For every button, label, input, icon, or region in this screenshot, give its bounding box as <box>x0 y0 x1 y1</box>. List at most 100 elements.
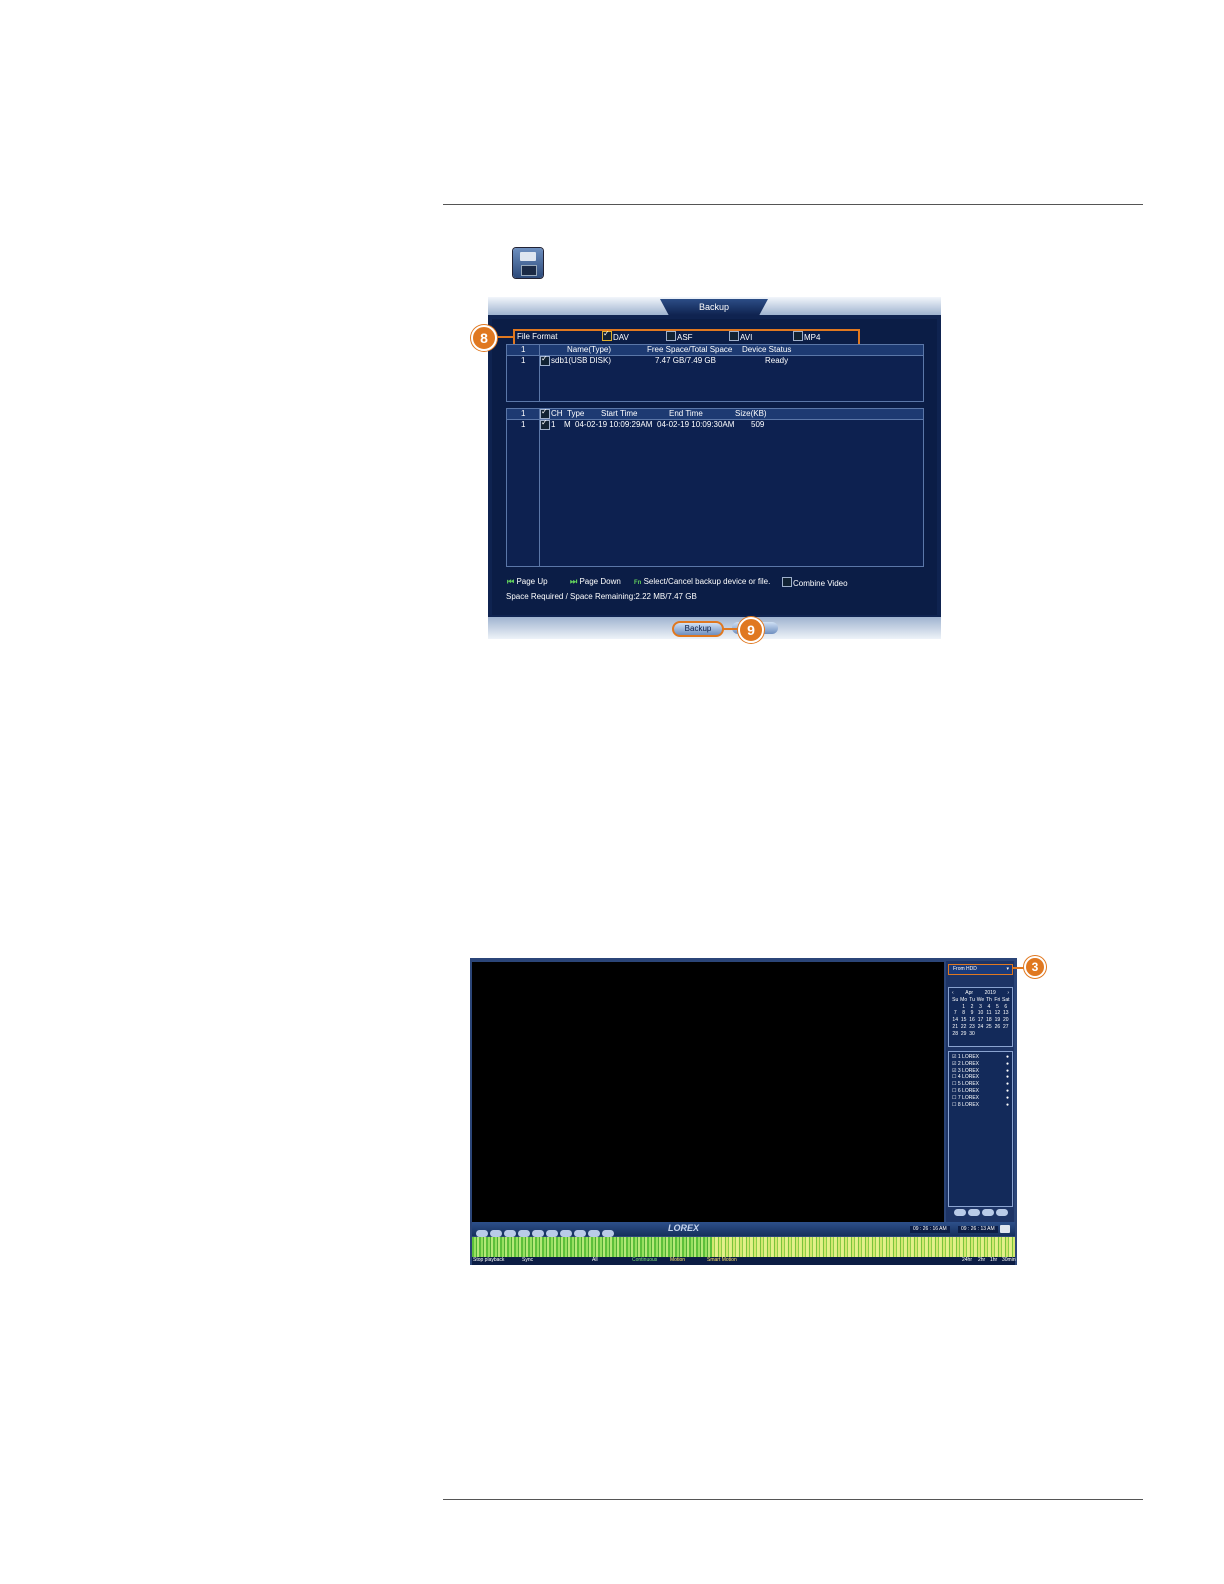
continuous-option[interactable]: Continuous <box>632 1257 657 1264</box>
checkbox-icon[interactable] <box>729 331 739 341</box>
channel-item[interactable]: ☐ 7 LOREX ● <box>952 1095 1009 1102</box>
calendar-day[interactable]: 14 <box>951 1017 959 1024</box>
time-left: 09 : 26 : 16 AM <box>910 1226 950 1233</box>
prev-month-icon[interactable]: ‹ <box>952 990 954 997</box>
calendar-day[interactable]: 6 <box>1002 1004 1010 1011</box>
channel-label: 1 LOREX <box>957 1054 979 1060</box>
checkbox-icon[interactable] <box>540 418 550 430</box>
page-down-legend[interactable]: ⏭ Page Down <box>570 577 621 587</box>
checkbox-icon[interactable] <box>782 577 792 587</box>
all-option[interactable]: All <box>592 1257 598 1264</box>
calendar-weekday: We <box>976 996 985 1003</box>
calendar-year[interactable]: 2019 <box>985 990 996 997</box>
calendar-day[interactable]: 7 <box>951 1010 959 1017</box>
backup-dialog: Backup File Format DAV ASF AVI MP4 1 Nam… <box>488 297 941 639</box>
checkbox-icon[interactable] <box>602 329 612 341</box>
calendar-day[interactable]: 17 <box>976 1017 984 1024</box>
channel-item[interactable]: ☑ 1 LOREX ● <box>952 1054 1009 1061</box>
floppy-disk-icon[interactable] <box>1000 1225 1010 1233</box>
calendar-day[interactable] <box>976 1031 984 1038</box>
format-option-mp4[interactable]: MP4 <box>793 331 820 342</box>
calendar-day[interactable]: 12 <box>993 1010 1001 1017</box>
combine-video-option[interactable]: Combine Video <box>782 577 848 588</box>
file-row-checkbox[interactable] <box>540 418 551 431</box>
calendar-day[interactable]: 8 <box>959 1010 967 1017</box>
format-option-avi[interactable]: AVI <box>729 331 752 342</box>
video-area[interactable] <box>472 962 944 1222</box>
calendar-month[interactable]: Apr <box>965 990 973 997</box>
calendar-day[interactable]: 2 <box>968 1004 976 1011</box>
device-row-space: 7.47 GB/7.49 GB <box>655 356 716 365</box>
camera-icon: ● <box>1005 1101 1009 1108</box>
fn-key-icon: Fn <box>634 580 642 586</box>
calendar-day[interactable]: 28 <box>951 1031 959 1038</box>
calendar-day[interactable]: 15 <box>959 1017 967 1024</box>
zoom-2hr[interactable]: 2hr <box>978 1257 985 1264</box>
checkbox-icon[interactable] <box>793 331 803 341</box>
device-row-checkbox[interactable] <box>540 354 551 367</box>
calendar-day[interactable] <box>951 1004 959 1011</box>
zoom-30min[interactable]: 30min <box>1002 1257 1016 1264</box>
calendar-day[interactable]: 5 <box>993 1004 1001 1011</box>
tool-button[interactable] <box>996 1209 1008 1216</box>
calendar-day[interactable]: 21 <box>951 1024 959 1031</box>
calendar-weekday: Th <box>986 996 992 1003</box>
calendar-day[interactable]: 30 <box>968 1031 976 1038</box>
channel-item[interactable]: ☐ 5 LOREX ● <box>952 1081 1009 1088</box>
calendar-day[interactable]: 29 <box>959 1031 967 1038</box>
calendar-day[interactable]: 26 <box>993 1024 1001 1031</box>
channel-label: 6 LOREX <box>957 1087 979 1094</box>
calendar-weekday: Tu <box>969 996 975 1003</box>
calendar-day[interactable]: 11 <box>985 1010 993 1017</box>
channel-item[interactable]: ☐ 4 LOREX ● <box>952 1074 1009 1081</box>
space-required-text: Space Required / Space Remaining:2.22 MB… <box>506 592 697 601</box>
sync-option[interactable]: Sync <box>522 1257 533 1264</box>
calendar-day[interactable]: 18 <box>985 1017 993 1024</box>
calendar-day[interactable]: 22 <box>959 1024 967 1031</box>
backup-button[interactable]: Backup <box>672 621 724 637</box>
calendar-day[interactable]: 24 <box>976 1024 984 1031</box>
device-row-name: sdb1(USB DISK) <box>551 356 612 365</box>
source-select[interactable]: From HDD ▾ <box>948 964 1013 975</box>
format-option-asf[interactable]: ASF <box>666 331 693 342</box>
device-header-index: 1 <box>521 345 526 354</box>
calendar-day[interactable]: 25 <box>985 1024 993 1031</box>
calendar-day[interactable] <box>985 1031 993 1038</box>
motion-option[interactable]: Motion <box>670 1257 685 1264</box>
brand-logo: LOREX <box>668 1223 700 1233</box>
channel-item[interactable]: ☐ 6 LOREX ● <box>952 1088 1009 1095</box>
camera-icon: ● <box>1005 1067 1009 1074</box>
channel-item[interactable]: ☑ 3 LOREX ● <box>952 1068 1009 1075</box>
calendar-day[interactable]: 27 <box>1002 1024 1010 1031</box>
channel-label: 7 LOREX <box>957 1094 979 1101</box>
calendar-day[interactable]: 10 <box>976 1010 984 1017</box>
smart-motion-option[interactable]: Smart Motion <box>707 1257 737 1264</box>
next-month-icon[interactable]: › <box>1007 990 1009 997</box>
zoom-24hr[interactable]: 24hr <box>962 1257 972 1264</box>
calendar-day[interactable]: 9 <box>968 1010 976 1017</box>
calendar-day[interactable]: 23 <box>968 1024 976 1031</box>
channel-label: 8 LOREX <box>957 1101 979 1108</box>
calendar-day[interactable]: 20 <box>1002 1017 1010 1024</box>
tool-button[interactable] <box>968 1209 980 1216</box>
stop-playback-option[interactable]: Stop playback <box>473 1257 504 1264</box>
page-up-legend[interactable]: ⏮ Page Up <box>507 577 548 587</box>
calendar-day[interactable]: 1 <box>959 1004 967 1011</box>
calendar-day[interactable]: 4 <box>985 1004 993 1011</box>
format-option-dav[interactable]: DAV <box>602 329 629 342</box>
zoom-1hr[interactable]: 1hr <box>990 1257 997 1264</box>
checkbox-icon[interactable] <box>666 331 676 341</box>
calendar-day[interactable]: 16 <box>968 1017 976 1024</box>
timeline-bar[interactable] <box>472 1237 1015 1257</box>
channel-item[interactable]: ☑ 2 LOREX ● <box>952 1061 1009 1068</box>
calendar-day[interactable] <box>1002 1031 1010 1038</box>
channel-label: 5 LOREX <box>957 1081 979 1088</box>
checkbox-icon[interactable] <box>540 354 550 366</box>
calendar-day[interactable] <box>993 1031 1001 1038</box>
tool-button[interactable] <box>982 1209 994 1216</box>
channel-item[interactable]: ☐ 8 LOREX ● <box>952 1102 1009 1109</box>
calendar-day[interactable]: 19 <box>993 1017 1001 1024</box>
calendar-day[interactable]: 3 <box>976 1004 984 1011</box>
tool-button[interactable] <box>954 1209 966 1216</box>
calendar-day[interactable]: 13 <box>1002 1010 1010 1017</box>
